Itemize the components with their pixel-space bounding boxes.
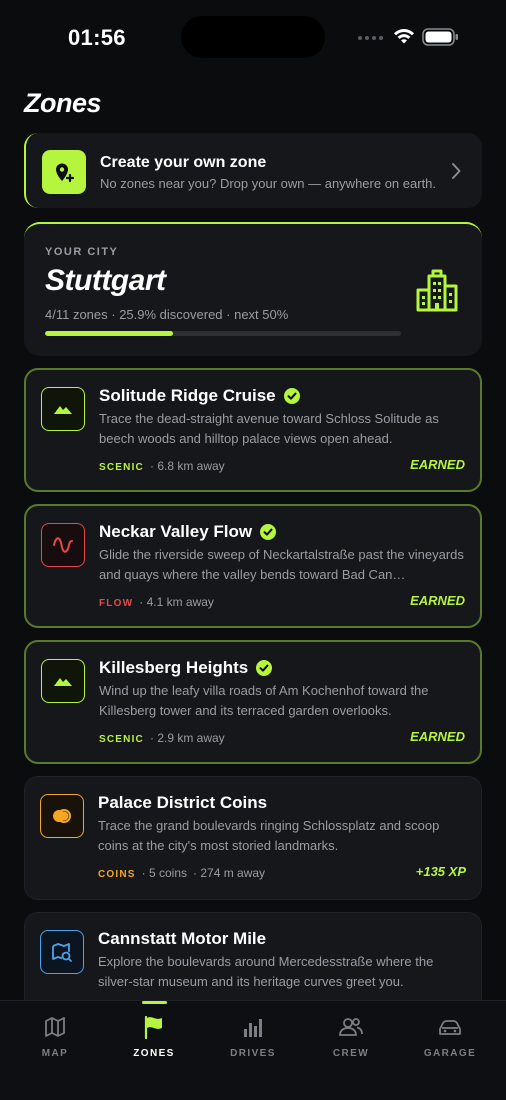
flag-icon bbox=[142, 1015, 166, 1040]
wave-icon bbox=[41, 523, 85, 567]
people-icon bbox=[338, 1015, 364, 1039]
bar-chart-icon bbox=[241, 1015, 265, 1039]
status-bar: 01:56 bbox=[0, 0, 506, 76]
zone-description: Trace the grand boulevards ringing Schlo… bbox=[98, 818, 440, 853]
tab-garage[interactable]: GARAGE bbox=[400, 1001, 500, 1071]
tab-crew[interactable]: CREW bbox=[301, 1001, 401, 1071]
wifi-icon bbox=[394, 28, 414, 44]
zone-earned-badge: EARNED bbox=[410, 729, 465, 744]
location-add-icon bbox=[42, 150, 86, 194]
tab-label: GARAGE bbox=[423, 1048, 477, 1059]
zone-description: Wind up the leafy villa roads of Am Koch… bbox=[99, 683, 429, 718]
zone-distance: · 4.1 km away bbox=[139, 595, 214, 609]
zone-card-killesberg-heights[interactable]: Killesberg Heights Wind up the leafy vil… bbox=[24, 640, 482, 764]
zone-distance: · 274 m away bbox=[193, 866, 266, 880]
map-icon bbox=[43, 1015, 67, 1039]
zone-earned-badge: EARNED bbox=[410, 593, 465, 608]
zone-title: Palace District Coins bbox=[98, 793, 268, 812]
map-search-icon bbox=[40, 930, 84, 974]
coins-icon bbox=[40, 794, 84, 838]
zone-card-solitude-ridge-cruise[interactable]: Solitude Ridge Cruise Trace the dead-str… bbox=[24, 368, 482, 492]
tab-label: MAP bbox=[41, 1048, 69, 1059]
tab-label: CREW bbox=[332, 1048, 370, 1059]
create-zone-card[interactable]: Create your own zone No zones near you? … bbox=[24, 133, 482, 208]
zone-tag: FLOW bbox=[99, 598, 134, 609]
zone-description: Glide the riverside sweep of Neckartalst… bbox=[99, 547, 464, 582]
check-circle-icon bbox=[256, 660, 273, 676]
city-name: Stuttgart bbox=[45, 264, 166, 297]
zone-tag: SCENIC bbox=[99, 734, 144, 745]
city-card[interactable]: YOUR CITY Stuttgart 4/11 zones · 25.9% d… bbox=[24, 222, 482, 356]
zone-card-neckar-valley-flow[interactable]: Neckar Valley Flow Glide the riverside s… bbox=[24, 504, 482, 628]
create-zone-subtitle: No zones near you? Drop your own — anywh… bbox=[100, 176, 437, 191]
tab-label: DRIVES bbox=[230, 1048, 276, 1059]
zone-description: Explore the boulevards around Mercedesst… bbox=[98, 954, 434, 989]
zone-tag: COINS bbox=[98, 869, 136, 880]
city-progress-fill bbox=[45, 331, 173, 336]
zone-distance: · 6.8 km away bbox=[149, 459, 225, 473]
cellular-signal-icon bbox=[358, 36, 383, 40]
tab-drives[interactable]: DRIVES bbox=[203, 1001, 303, 1071]
city-stats: 4/11 zones · 25.9% discovered · next 50% bbox=[45, 307, 289, 322]
zone-title: Solitude Ridge Cruise bbox=[99, 386, 276, 405]
zone-title: Cannstatt Motor Mile bbox=[98, 929, 267, 948]
city-label: YOUR CITY bbox=[45, 246, 119, 258]
city-buildings-icon bbox=[416, 269, 458, 312]
tab-map[interactable]: MAP bbox=[5, 1001, 105, 1071]
mountain-icon bbox=[41, 387, 85, 431]
zone-title: Killesberg Heights bbox=[99, 658, 249, 677]
zone-coins: · 5 coins bbox=[141, 866, 188, 880]
check-circle-icon bbox=[260, 524, 277, 540]
tab-label: ZONES bbox=[133, 1048, 175, 1059]
check-circle-icon bbox=[283, 388, 300, 404]
city-progress-bar bbox=[45, 331, 401, 336]
zone-earned-badge: EARNED bbox=[410, 457, 465, 472]
create-zone-title: Create your own zone bbox=[100, 154, 267, 171]
page-title: Zones bbox=[24, 88, 102, 118]
zone-description: Trace the dead-straight avenue toward Sc… bbox=[99, 411, 439, 446]
zone-title: Neckar Valley Flow bbox=[99, 522, 253, 541]
zone-tag: SCENIC bbox=[99, 462, 144, 473]
dynamic-island bbox=[181, 16, 325, 58]
status-time: 01:56 bbox=[68, 25, 126, 50]
battery-icon bbox=[422, 28, 458, 46]
zone-xp-badge: +135 XP bbox=[415, 864, 466, 879]
car-icon bbox=[437, 1015, 463, 1039]
mountain-icon bbox=[41, 659, 85, 703]
tab-zones[interactable]: ZONES bbox=[104, 1001, 204, 1071]
tab-bar: MAP ZONES DRIVES CREW GARAGE bbox=[0, 1000, 506, 1100]
chevron-right-icon bbox=[452, 163, 461, 179]
zone-card-palace-district-coins[interactable]: Palace District Coins Trace the grand bo… bbox=[24, 776, 482, 900]
zone-distance: · 2.9 km away bbox=[149, 731, 225, 745]
